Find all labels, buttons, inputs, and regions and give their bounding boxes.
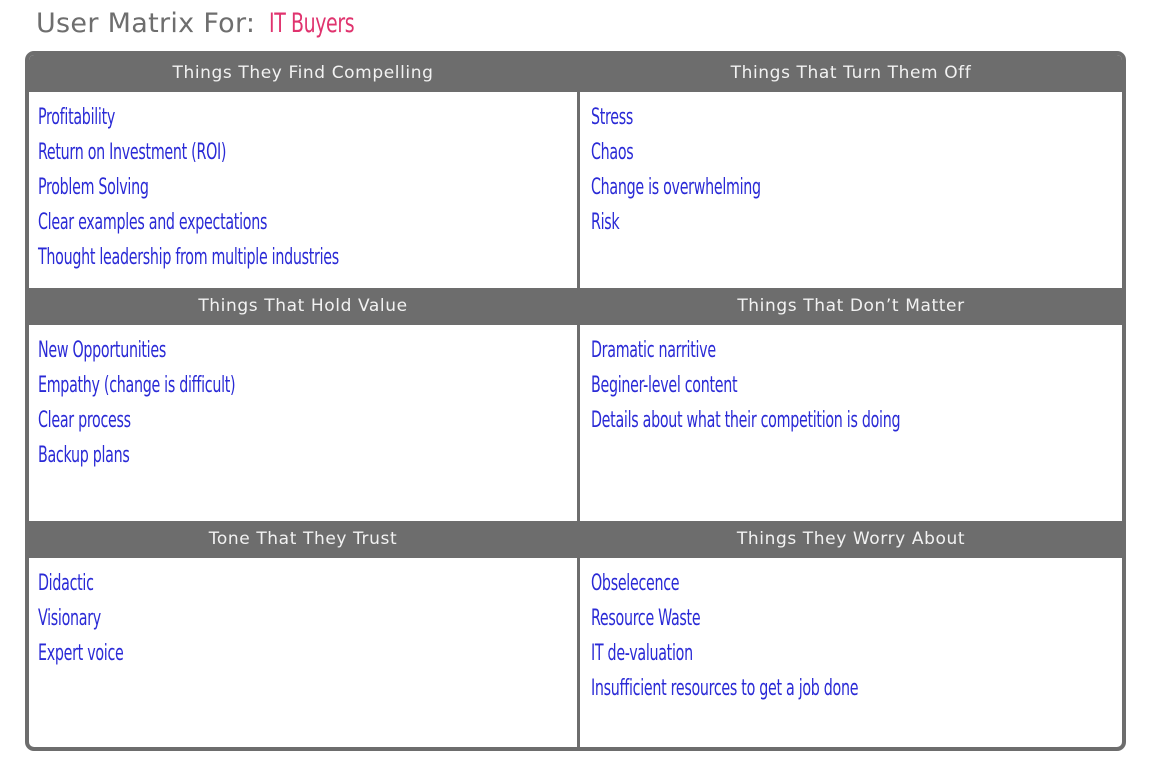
- list-item: Profitability: [38, 105, 116, 130]
- quadrant-compelling: Things They Find Compelling Profitabilit…: [29, 55, 577, 288]
- list-item: Beginer-level content: [591, 373, 738, 398]
- list-item: Return on Investment (ROI): [38, 140, 227, 165]
- quadrant-hold-value: Things That Hold Value New Opportunities…: [29, 288, 577, 521]
- list-item: Clear examples and expectations: [38, 210, 268, 235]
- quadrant-worries: Things They Worry About Obselecence Reso…: [580, 521, 1122, 747]
- matrix-row-1: Things They Find Compelling Profitabilit…: [29, 55, 1122, 288]
- list-item: Expert voice: [38, 641, 124, 666]
- column-divider: [577, 558, 580, 747]
- quadrant-header: Things That Hold Value: [198, 296, 408, 316]
- list-item: Dramatic narritive: [591, 338, 716, 363]
- quadrant-item-list: New Opportunities Empathy (change is dif…: [29, 325, 577, 473]
- quadrant-item-list: Didactic Visionary Expert voice: [29, 558, 577, 671]
- list-item: Problem Solving: [38, 175, 149, 200]
- user-matrix: Things They Find Compelling Profitabilit…: [25, 51, 1126, 751]
- list-item: Stress: [591, 105, 634, 130]
- quadrant-item-list: Stress Chaos Change is overwhelming Risk: [580, 92, 1122, 240]
- quadrant-item-list: Obselecence Resource Waste IT de-valuati…: [580, 558, 1122, 706]
- list-item: Details about what their competition is …: [591, 408, 901, 433]
- list-item: Risk: [591, 210, 620, 235]
- column-divider: [577, 325, 580, 521]
- list-item: Backup plans: [38, 443, 130, 468]
- quadrant-turn-offs: Things That Turn Them Off Stress Chaos C…: [580, 55, 1122, 288]
- column-divider: [577, 92, 580, 288]
- list-item: Visionary: [38, 606, 101, 631]
- matrix-row-3: Tone That They Trust Didactic Visionary …: [29, 521, 1122, 747]
- quadrant-item-list: Profitability Return on Investment (ROI)…: [29, 92, 577, 275]
- quadrant-item-list: Dramatic narritive Beginer-level content…: [580, 325, 1122, 438]
- matrix-row-2: Things That Hold Value New Opportunities…: [29, 288, 1122, 521]
- list-item: Change is overwhelming: [591, 175, 761, 200]
- quadrant-tone-trust: Tone That They Trust Didactic Visionary …: [29, 521, 577, 747]
- quadrant-header: Things They Worry About: [736, 529, 966, 549]
- page-title-subject: IT Buyers: [269, 8, 355, 39]
- list-item: Obselecence: [591, 571, 680, 596]
- quadrant-dont-matter: Things That Don’t Matter Dramatic narrit…: [580, 288, 1122, 521]
- quadrant-header: Things They Find Compelling: [172, 63, 434, 83]
- quadrant-header: Things That Don’t Matter: [737, 296, 965, 316]
- page-title-label: User Matrix For:: [36, 8, 256, 39]
- list-item: New Opportunities: [38, 338, 166, 363]
- list-item: Insufficient resources to get a job done: [591, 676, 859, 701]
- list-item: Clear process: [38, 408, 131, 433]
- quadrant-header: Things That Turn Them Off: [730, 63, 972, 83]
- list-item: Thought leadership from multiple industr…: [38, 245, 339, 270]
- list-item: Chaos: [591, 140, 634, 165]
- list-item: Resource Waste: [591, 606, 701, 631]
- list-item: Empathy (change is difficult): [38, 373, 236, 398]
- quadrant-header: Tone That They Trust: [208, 529, 398, 549]
- page-title: User Matrix For: IT Buyers: [36, 8, 379, 48]
- list-item: IT de-valuation: [591, 641, 693, 666]
- list-item: Didactic: [38, 571, 94, 596]
